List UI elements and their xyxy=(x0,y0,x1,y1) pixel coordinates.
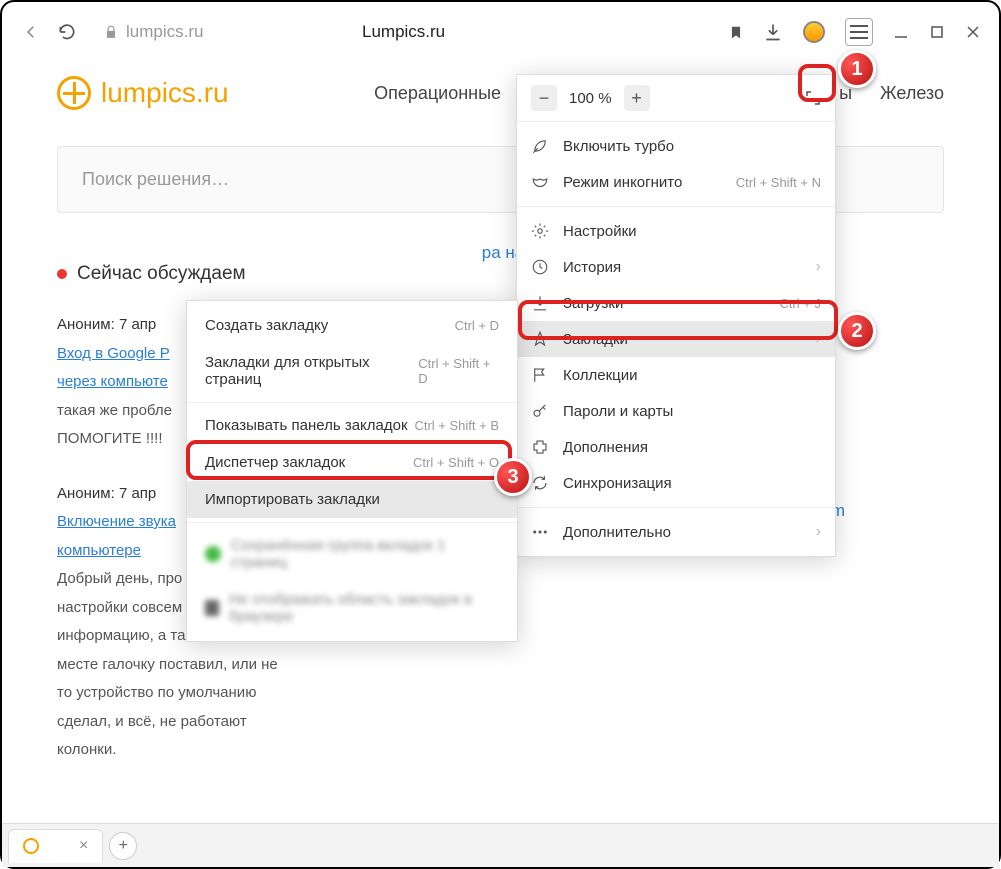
submenu-bookmark-manager[interactable]: Диспетчер закладокCtrl + Shift + O xyxy=(187,444,517,481)
annotation-badge-3: 3 xyxy=(494,458,532,496)
bookmark-icon[interactable] xyxy=(729,23,743,41)
page-title: Lumpics.ru xyxy=(362,22,445,42)
menu-downloads[interactable]: ЗагрузкиCtrl + J xyxy=(517,285,835,321)
menu-sync[interactable]: Синхронизация xyxy=(517,465,835,501)
submenu-bookmark-open-tabs[interactable]: Закладки для открытых страницCtrl + Shif… xyxy=(187,344,517,398)
discuss-title: Сейчас обсуждаем xyxy=(77,263,246,285)
fullscreen-icon[interactable] xyxy=(805,90,821,106)
back-icon[interactable] xyxy=(20,21,42,43)
menu-more[interactable]: Дополнительно› xyxy=(517,514,835,550)
mask-icon xyxy=(531,173,549,191)
menu-settings[interactable]: Настройки xyxy=(517,213,835,249)
zoom-value: 100 % xyxy=(569,90,612,107)
menu-collections[interactable]: Коллекции xyxy=(517,357,835,393)
bookmarks-submenu: Создать закладкуCtrl + D Закладки для от… xyxy=(186,300,518,642)
rocket-icon xyxy=(531,137,549,155)
zoom-in-button[interactable]: + xyxy=(624,85,650,111)
avatar[interactable] xyxy=(803,21,825,43)
browser-main-menu: − 100 % + Включить турбо Режим инкогнито… xyxy=(516,74,836,557)
menu-addons[interactable]: Дополнения xyxy=(517,429,835,465)
comment-link[interactable]: компьютере xyxy=(57,542,141,559)
menu-incognito[interactable]: Режим инкогнитоCtrl + Shift + N xyxy=(517,164,835,200)
address-bar[interactable]: lumpics.ru xyxy=(104,22,203,42)
star-icon xyxy=(531,330,549,348)
key-icon xyxy=(531,402,549,420)
site-logo-icon xyxy=(57,76,91,110)
nav-os[interactable]: Операционные xyxy=(374,83,501,104)
nav-hardware[interactable]: Железо xyxy=(880,83,944,104)
gear-icon xyxy=(531,222,549,240)
download-icon xyxy=(531,294,549,312)
site-logo-text[interactable]: lumpics.ru xyxy=(101,77,229,109)
menu-passwords[interactable]: Пароли и карты xyxy=(517,393,835,429)
tab-bar: × + xyxy=(2,823,999,867)
comment-link[interactable]: Включение звука xyxy=(57,513,176,530)
submenu-show-bookmarks-bar[interactable]: Показывать панель закладокCtrl + Shift +… xyxy=(187,407,517,444)
clock-icon xyxy=(531,258,549,276)
submenu-import-bookmarks[interactable]: Импортировать закладки xyxy=(187,481,517,518)
puzzle-icon xyxy=(531,438,549,456)
download-icon[interactable] xyxy=(763,22,783,42)
comment-link[interactable]: Вход в Google P xyxy=(57,345,170,362)
sync-icon xyxy=(531,474,549,492)
minimize-icon[interactable] xyxy=(893,24,909,40)
submenu-create-bookmark[interactable]: Создать закладкуCtrl + D xyxy=(187,307,517,344)
live-dot-icon xyxy=(57,269,67,279)
domain-text: lumpics.ru xyxy=(126,22,203,42)
new-tab-button[interactable]: + xyxy=(109,832,137,860)
menu-history[interactable]: История› xyxy=(517,249,835,285)
menu-button[interactable] xyxy=(845,18,873,46)
submenu-saved-item[interactable]: Не отображать область закладок в браузер… xyxy=(187,581,517,635)
dots-icon xyxy=(531,523,549,541)
annotation-badge-2: 2 xyxy=(838,312,876,350)
flag-icon xyxy=(531,366,549,384)
close-icon[interactable] xyxy=(965,24,981,40)
reload-icon[interactable] xyxy=(56,21,78,43)
submenu-saved-item[interactable]: Сохранённая группа вкладок 1 страниц xyxy=(187,527,517,581)
annotation-badge-1: 1 xyxy=(838,50,876,88)
lock-icon xyxy=(104,25,118,39)
maximize-icon[interactable] xyxy=(929,24,945,40)
browser-tab[interactable]: × xyxy=(8,829,103,863)
comment-link[interactable]: через компьюте xyxy=(57,373,168,390)
menu-bookmarks[interactable]: Закладки› xyxy=(517,321,835,357)
zoom-out-button[interactable]: − xyxy=(531,85,557,111)
tab-favicon xyxy=(23,838,39,854)
tab-close-icon[interactable]: × xyxy=(79,837,88,855)
menu-turbo[interactable]: Включить турбо xyxy=(517,128,835,164)
